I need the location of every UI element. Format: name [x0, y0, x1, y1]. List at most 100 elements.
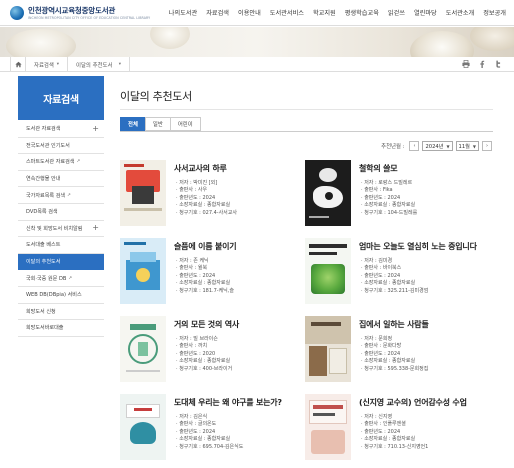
- book-cover[interactable]: [305, 238, 351, 304]
- breadcrumb-item-search[interactable]: 자료검색 ▾: [26, 57, 68, 72]
- sidebar-item-dvd-search[interactable]: DVD목록 검색: [18, 204, 104, 221]
- book-title[interactable]: 사서교사의 하루: [174, 163, 227, 174]
- divider: [120, 109, 493, 110]
- plus-icon: +: [92, 123, 99, 133]
- book-cover[interactable]: [305, 160, 351, 226]
- book-cover[interactable]: [120, 394, 166, 460]
- sidebar-item-assembly-db[interactable]: 국회·국중 원문 DB ↗: [18, 270, 104, 287]
- book-publisher: 출판사 : 문화다방: [361, 343, 428, 350]
- nav-lifelong-learning[interactable]: 평생학습교육: [345, 8, 379, 17]
- divider: [120, 131, 493, 132]
- book-title[interactable]: 집에서 일하는 사람들: [359, 319, 429, 330]
- book-item: 거의 모든 것의 역사 저자 : 빌 브라이슨 출판사 : 까치 출판년도 : …: [120, 316, 310, 388]
- nav-read-walk-write[interactable]: 읽걷쓰: [388, 8, 405, 17]
- sidebar-item-loan-best[interactable]: 도서대출 베스트: [18, 237, 104, 254]
- book-item: 도대체 우리는 왜 야구를 보는가? 저자 : 김은식 출판사 : 글의온도 출…: [120, 394, 310, 466]
- sidebar-item-label: 스마트도서관 자료검색: [26, 159, 75, 166]
- tab-children[interactable]: 어린이: [169, 117, 201, 131]
- breadcrumb-home[interactable]: [10, 57, 26, 72]
- nav-my-library[interactable]: 나의도서관: [169, 8, 197, 17]
- sidebar-item-hope-book-loan[interactable]: 희망도서바로대출: [18, 320, 104, 337]
- sidebar-item-popular-books[interactable]: 전국도서관 인기도서: [18, 138, 104, 155]
- book-title[interactable]: 엄마는 오늘도 열심히 노는 중입니다: [359, 241, 477, 252]
- home-icon: [14, 61, 22, 68]
- logo-emblem-icon: [10, 5, 24, 20]
- site-logo[interactable]: 인천광역시교육청중앙도서관 INCHEON METROPOLITAN CITY …: [10, 5, 150, 20]
- chevron-down-icon: ▾: [56, 62, 59, 67]
- sidebar-item-label: 국가자료목록 검색: [26, 192, 66, 199]
- external-link-icon: ↗: [67, 192, 71, 198]
- twitter-icon[interactable]: [494, 60, 502, 68]
- breadcrumb-label: 이달의 추천도서: [76, 62, 113, 69]
- sidebar-item-label: 도서대출 베스트: [26, 242, 61, 249]
- book-title[interactable]: 거의 모든 것의 역사: [174, 319, 239, 330]
- sidebar-item-new-arrivals[interactable]: 신착 및 희망도서 비치알림 +: [18, 221, 104, 238]
- sidebar-title: 자료검색: [18, 76, 104, 120]
- nav-about[interactable]: 도서관소개: [446, 8, 474, 17]
- sidebar-item-monthly-recommend[interactable]: 이달의 추천도서: [18, 253, 104, 271]
- book-location: 소장자료실 : 종합자료실: [176, 358, 232, 365]
- sidebar-item-national-catalog[interactable]: 국가자료목록 검색 ↗: [18, 187, 104, 204]
- book-call-number: 청구기호 : 400-브라이거: [176, 366, 232, 373]
- prev-month-button[interactable]: ‹: [409, 141, 420, 151]
- print-icon[interactable]: [462, 60, 470, 68]
- sidebar-item-smart-library[interactable]: 스마트도서관 자료검색 ↗: [18, 154, 104, 171]
- book-publisher: 출판사 : 인플루엔셜: [361, 421, 428, 428]
- nav-services[interactable]: 도서관서비스: [270, 8, 304, 17]
- page-tools: [462, 60, 502, 68]
- next-month-button[interactable]: ›: [482, 141, 492, 151]
- nav-public-info[interactable]: 정보공개: [483, 8, 506, 17]
- book-cover[interactable]: [305, 394, 351, 460]
- breadcrumb-item-current[interactable]: 이달의 추천도서 ▾: [68, 57, 130, 72]
- sidebar-item-label: 도서관 자료검색: [26, 126, 61, 133]
- book-cover[interactable]: [120, 238, 166, 304]
- month-select[interactable]: 11월 ▼: [455, 141, 479, 151]
- book-meta: 저자 : 신지영 출판사 : 인플루엔셜 출판년도 : 2024 소장자료실 :…: [361, 414, 428, 451]
- logo-subtitle: INCHEON METROPOLITAN CITY OFFICE OF EDUC…: [28, 16, 151, 20]
- plus-icon: +: [92, 223, 99, 233]
- book-cover[interactable]: [120, 316, 166, 382]
- tab-general[interactable]: 일반: [144, 117, 171, 131]
- book-call-number: 청구기호 : 710.13-신지영언1: [361, 444, 428, 451]
- facebook-icon[interactable]: [478, 60, 486, 68]
- month-selector: 추천년월 : ‹ 2024년 ▼ 11월 ▼ ›: [381, 141, 492, 151]
- book-cover[interactable]: [305, 316, 351, 382]
- category-tabs: 전체 일반 어린이: [120, 117, 201, 131]
- page-title: 이달의 추천도서: [120, 90, 192, 103]
- nav-open-forum[interactable]: 열린마당: [414, 8, 437, 17]
- book-meta: 저자 : 김미경 출판사 : 바이북스 출판년도 : 2024 소장자료실 : …: [361, 258, 428, 295]
- sidebar-item-label: 연속간행물 안내: [26, 176, 61, 183]
- nav-guide[interactable]: 이용안내: [238, 8, 261, 17]
- banner-decoration: [470, 27, 514, 51]
- chevron-left-icon: ‹: [413, 143, 416, 149]
- nav-school-support[interactable]: 학교지원: [313, 8, 336, 17]
- book-title[interactable]: 철학의 쓸모: [359, 163, 398, 174]
- sidebar-item-periodicals[interactable]: 연속간행물 안내: [18, 171, 104, 188]
- book-location: 소장자료실 : 종합자료실: [361, 280, 428, 287]
- book-title[interactable]: (신지영 교수의) 언어감수성 수업: [359, 397, 467, 408]
- book-location: 소장자료실 : 종합자료실: [361, 202, 417, 209]
- book-item: (신지영 교수의) 언어감수성 수업 저자 : 신지영 출판사 : 인플루엔셜 …: [305, 394, 495, 466]
- sidebar-menu: 도서관 자료검색 + 전국도서관 인기도서 스마트도서관 자료검색 ↗ 연속간행물 …: [18, 121, 104, 337]
- book-cover[interactable]: [120, 160, 166, 226]
- external-link-icon: ↗: [76, 159, 81, 165]
- nav-search[interactable]: 자료검색: [206, 8, 229, 17]
- year-value: 2024년: [425, 143, 444, 150]
- sidebar-item-web-db[interactable]: WEB DB(DBpia) 서비스: [18, 287, 104, 304]
- book-title[interactable]: 슬픔에 이름 붙이기: [174, 241, 237, 252]
- top-header: 인천광역시교육청중앙도서관 INCHEON METROPOLITAN CITY …: [0, 0, 514, 26]
- sidebar-item-label: 신착 및 희망도서 비치알림: [26, 225, 83, 232]
- book-meta: 저자 : 김은식 출판사 : 글의온도 출판년도 : 2024 소장자료실 : …: [176, 414, 243, 451]
- logo-title: 인천광역시교육청중앙도서관: [28, 6, 116, 15]
- book-title[interactable]: 도대체 우리는 왜 야구를 보는가?: [174, 397, 282, 408]
- book-location: 소장자료실 : 종합자료실: [361, 358, 428, 365]
- sidebar-item-label: 국회·국중 원문 DB: [26, 275, 67, 282]
- book-location: 소장자료실 : 종합자료실: [176, 436, 243, 443]
- breadcrumb-label: 자료검색: [34, 62, 54, 69]
- sidebar-item-hope-book-request[interactable]: 희망도서 신청: [18, 304, 104, 321]
- sidebar-item-library-search[interactable]: 도서관 자료검색 +: [18, 121, 104, 138]
- year-select[interactable]: 2024년 ▼: [422, 141, 453, 151]
- book-publisher: 출판사 : 글의온도: [176, 421, 243, 428]
- book-meta: 저자 : 박미진 [외] 출판사 : 사우 출판년도 : 2024 소장자료실 …: [176, 180, 237, 217]
- tab-all[interactable]: 전체: [120, 117, 146, 131]
